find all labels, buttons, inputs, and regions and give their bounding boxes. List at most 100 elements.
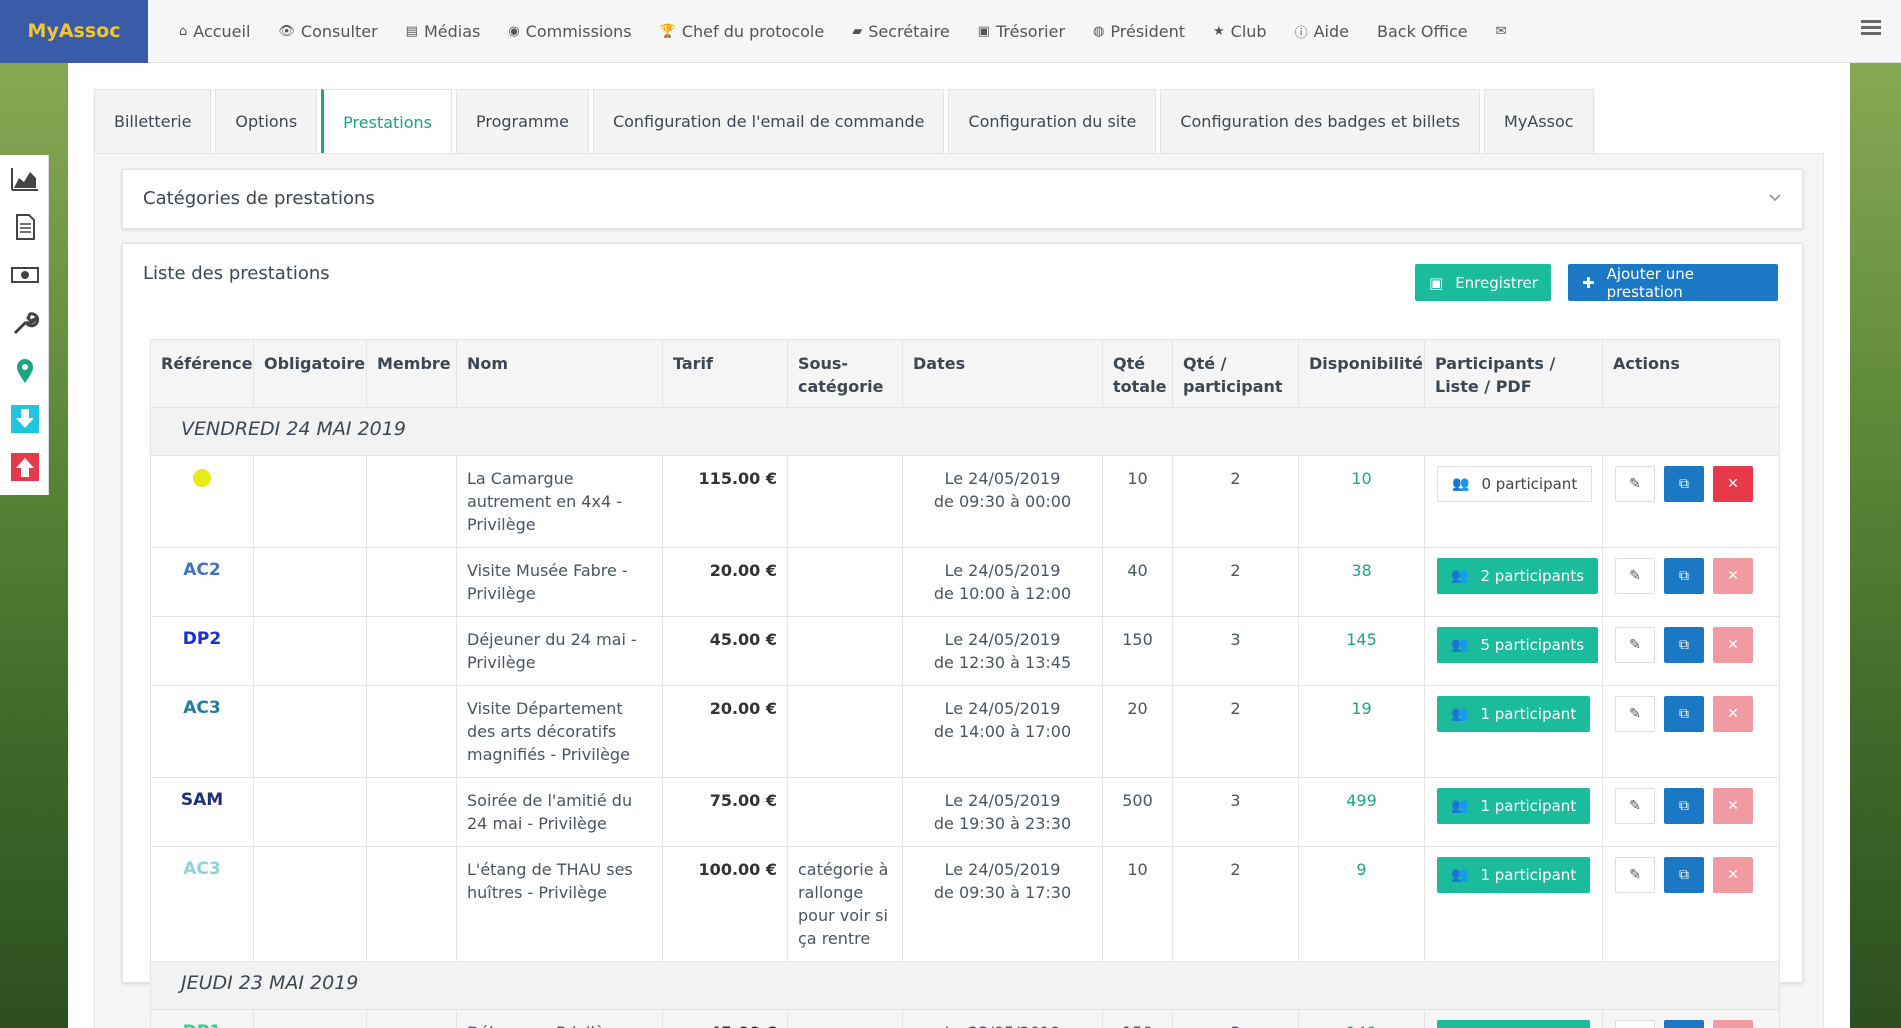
table-row: AC3 L'étang de THAU ses huîtres - Privilè… bbox=[150, 846, 1780, 962]
tab-configuration-du-site[interactable]: Configuration du site bbox=[948, 89, 1157, 153]
map-marker-icon[interactable] bbox=[0, 347, 49, 395]
nav-item-chef-du-protocole[interactable]: 🏆 Chef du protocole bbox=[646, 0, 839, 63]
upload-icon[interactable] bbox=[0, 443, 49, 491]
participants-button[interactable]: 👥 0 participant bbox=[1437, 466, 1593, 502]
brand-logo[interactable]: MyAssoc bbox=[0, 0, 148, 63]
floppy-disk-icon: ▣ bbox=[1429, 273, 1444, 292]
wrench-icon[interactable] bbox=[0, 299, 49, 347]
col-header-reference[interactable]: Référence bbox=[150, 339, 254, 408]
col-header-qty-participant[interactable]: Qté / participant bbox=[1172, 339, 1299, 408]
reference-cell: AC3 bbox=[150, 685, 254, 778]
download-icon[interactable] bbox=[0, 395, 49, 443]
col-header-member[interactable]: Membre bbox=[366, 339, 457, 408]
delete-icon[interactable]: ✕ bbox=[1713, 627, 1753, 663]
delete-icon[interactable]: ✕ bbox=[1713, 788, 1753, 824]
qty-total-cell: 10 bbox=[1102, 455, 1173, 548]
document-icon[interactable] bbox=[0, 203, 49, 251]
subcategory-cell bbox=[787, 777, 903, 847]
save-button[interactable]: ▣ Enregistrer bbox=[1415, 264, 1551, 301]
edit-icon[interactable]: ✎ bbox=[1615, 627, 1655, 663]
col-header-qty-total[interactable]: Qté totale bbox=[1102, 339, 1173, 408]
nav-item-consulter[interactable]: 👁 Consulter bbox=[264, 0, 391, 63]
nav-item-m-dias[interactable]: ▤ Médias bbox=[392, 0, 495, 63]
col-header-subcategory[interactable]: Sous-catégorie bbox=[787, 339, 903, 408]
copy-icon[interactable]: ⧉ bbox=[1664, 857, 1704, 893]
nav-item-label: Back Office bbox=[1377, 21, 1468, 41]
participants-button[interactable]: 👥1 participant bbox=[1437, 696, 1591, 732]
time-range: de 09:30 à 00:00 bbox=[933, 492, 1072, 511]
edit-icon[interactable]: ✎ bbox=[1615, 558, 1655, 594]
nav-item-pr-sident[interactable]: ◍ Président bbox=[1079, 0, 1199, 63]
copy-icon[interactable]: ⧉ bbox=[1664, 558, 1704, 594]
nav-item-club[interactable]: ★ Club bbox=[1199, 0, 1281, 63]
nav-item-secr-taire[interactable]: ▰ Secrétaire bbox=[838, 0, 963, 63]
delete-icon[interactable]: ✕ bbox=[1713, 1020, 1753, 1028]
qty-total-cell: 40 bbox=[1102, 547, 1173, 617]
tab-myassoc[interactable]: MyAssoc bbox=[1484, 89, 1594, 153]
left-icon-sidebar bbox=[0, 155, 49, 495]
nav-item-accueil[interactable]: ⌂ Accueil bbox=[165, 0, 264, 63]
tab-configuration-des-badges-et-billets[interactable]: Configuration des badges et billets bbox=[1160, 89, 1481, 153]
col-header-availability[interactable]: Disponibilité bbox=[1298, 339, 1425, 408]
nav-item-tr-sorier[interactable]: ▣ Trésorier bbox=[964, 0, 1079, 63]
nav-item-aide[interactable]: ⓘ Aide bbox=[1281, 0, 1363, 63]
reference-cell: DP1 bbox=[150, 1009, 254, 1028]
date-line: Le 24/05/2019 bbox=[944, 791, 1061, 810]
chart-icon[interactable] bbox=[0, 155, 49, 203]
col-header-participants[interactable]: Participants / Liste / PDF bbox=[1424, 339, 1603, 408]
copy-icon[interactable]: ⧉ bbox=[1664, 466, 1704, 502]
tab-billetterie[interactable]: Billetterie bbox=[94, 89, 212, 153]
tab-prestations[interactable]: Prestations bbox=[321, 89, 452, 154]
dates-cell: Le 24/05/2019 de 19:30 à 23:30 bbox=[902, 777, 1103, 847]
tab-programme[interactable]: Programme bbox=[456, 89, 589, 153]
tab-configuration-de-l-email-de-commande[interactable]: Configuration de l'email de commande bbox=[592, 89, 945, 153]
chevron-down-icon[interactable] bbox=[1768, 190, 1782, 204]
col-header-mandatory[interactable]: Obligatoire bbox=[253, 339, 367, 408]
add-service-button[interactable]: ✚ Ajouter une prestation bbox=[1568, 264, 1778, 301]
col-header-dates[interactable]: Dates bbox=[902, 339, 1103, 408]
file-icon: ▤ bbox=[405, 23, 418, 39]
globe-icon: ◍ bbox=[1093, 23, 1105, 39]
copy-icon[interactable]: ⧉ bbox=[1664, 788, 1704, 824]
money-icon[interactable] bbox=[0, 251, 49, 299]
col-header-name[interactable]: Nom bbox=[456, 339, 663, 408]
participants-button[interactable]: 👥1 participant bbox=[1437, 788, 1591, 824]
availability-cell: 38 bbox=[1298, 547, 1425, 617]
hamburger-menu-icon[interactable] bbox=[1861, 20, 1881, 36]
participants-button[interactable]: 👥1 participant bbox=[1437, 1020, 1591, 1028]
categories-panel[interactable]: Catégories de prestations bbox=[122, 169, 1803, 229]
delete-icon[interactable]: ✕ bbox=[1713, 857, 1753, 893]
actions-cell: ✎⧉✕ bbox=[1602, 777, 1780, 847]
member-cell bbox=[366, 685, 457, 778]
date-line: Le 24/05/2019 bbox=[944, 561, 1061, 580]
nav-item-label: Médias bbox=[423, 21, 481, 41]
services-list-title: Liste des prestations bbox=[143, 263, 330, 284]
edit-icon[interactable]: ✎ bbox=[1615, 857, 1655, 893]
edit-icon[interactable]: ✎ bbox=[1615, 788, 1655, 824]
copy-icon[interactable]: ⧉ bbox=[1664, 1020, 1704, 1028]
nav-item-envelope-icon[interactable]: ✉ bbox=[1482, 0, 1527, 63]
tab-bar: Billetterie Options Prestations Programme Co… bbox=[94, 89, 1598, 154]
nav-item-back-office[interactable]: Back Office bbox=[1363, 0, 1482, 63]
edit-icon[interactable]: ✎ bbox=[1615, 1020, 1655, 1028]
copy-icon[interactable]: ⧉ bbox=[1664, 627, 1704, 663]
participants-button[interactable]: 👥 2 participants bbox=[1437, 558, 1599, 594]
nav-item-commissions[interactable]: ◉ Commissions bbox=[494, 0, 645, 63]
nav-item-label: Trésorier bbox=[995, 21, 1066, 41]
tab-options[interactable]: Options bbox=[215, 89, 318, 153]
edit-icon[interactable]: ✎ bbox=[1615, 696, 1655, 732]
mandatory-cell bbox=[253, 1009, 367, 1028]
availability-cell: 499 bbox=[1298, 777, 1425, 847]
edit-icon[interactable]: ✎ bbox=[1615, 466, 1655, 502]
delete-icon[interactable]: ✕ bbox=[1713, 558, 1753, 594]
delete-icon[interactable]: ✕ bbox=[1713, 696, 1753, 732]
date-line: Le 24/05/2019 bbox=[944, 860, 1061, 879]
member-cell bbox=[366, 846, 457, 962]
participants-button[interactable]: 👥 5 participants bbox=[1437, 627, 1599, 663]
participants-count: 5 participants bbox=[1480, 635, 1585, 654]
copy-icon[interactable]: ⧉ bbox=[1664, 696, 1704, 732]
delete-icon[interactable]: ✕ bbox=[1713, 466, 1753, 502]
participants-button[interactable]: 👥1 participant bbox=[1437, 857, 1591, 893]
eye-icon: 👁 bbox=[278, 23, 295, 39]
col-header-price[interactable]: Tarif bbox=[662, 339, 788, 408]
